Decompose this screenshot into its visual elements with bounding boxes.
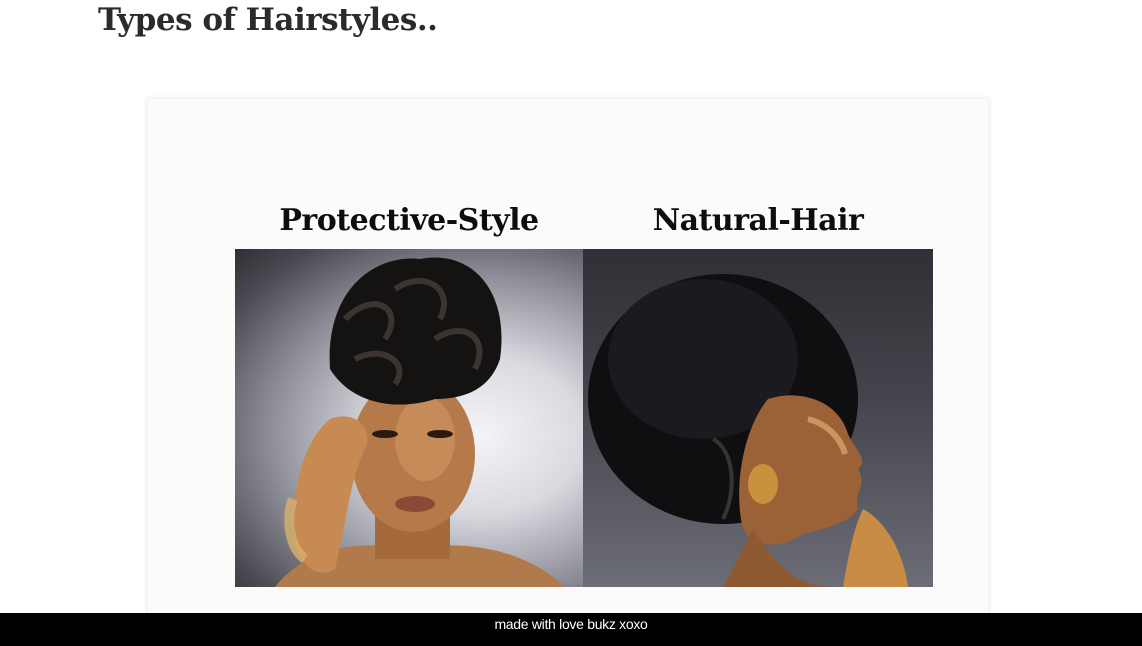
footer-credit: made with love bukz xoxo: [0, 613, 1142, 646]
protective-style-illustration: [275, 257, 565, 587]
natural-hair-heading: Natural-Hair: [652, 203, 864, 238]
page-title: Types of Hairstyles..: [98, 2, 438, 38]
natural-hair-illustration: [588, 274, 908, 587]
protective-style-heading: Protective-Style: [279, 203, 539, 238]
natural-hair-photo: [583, 249, 933, 587]
protective-style-photo: [235, 249, 583, 587]
